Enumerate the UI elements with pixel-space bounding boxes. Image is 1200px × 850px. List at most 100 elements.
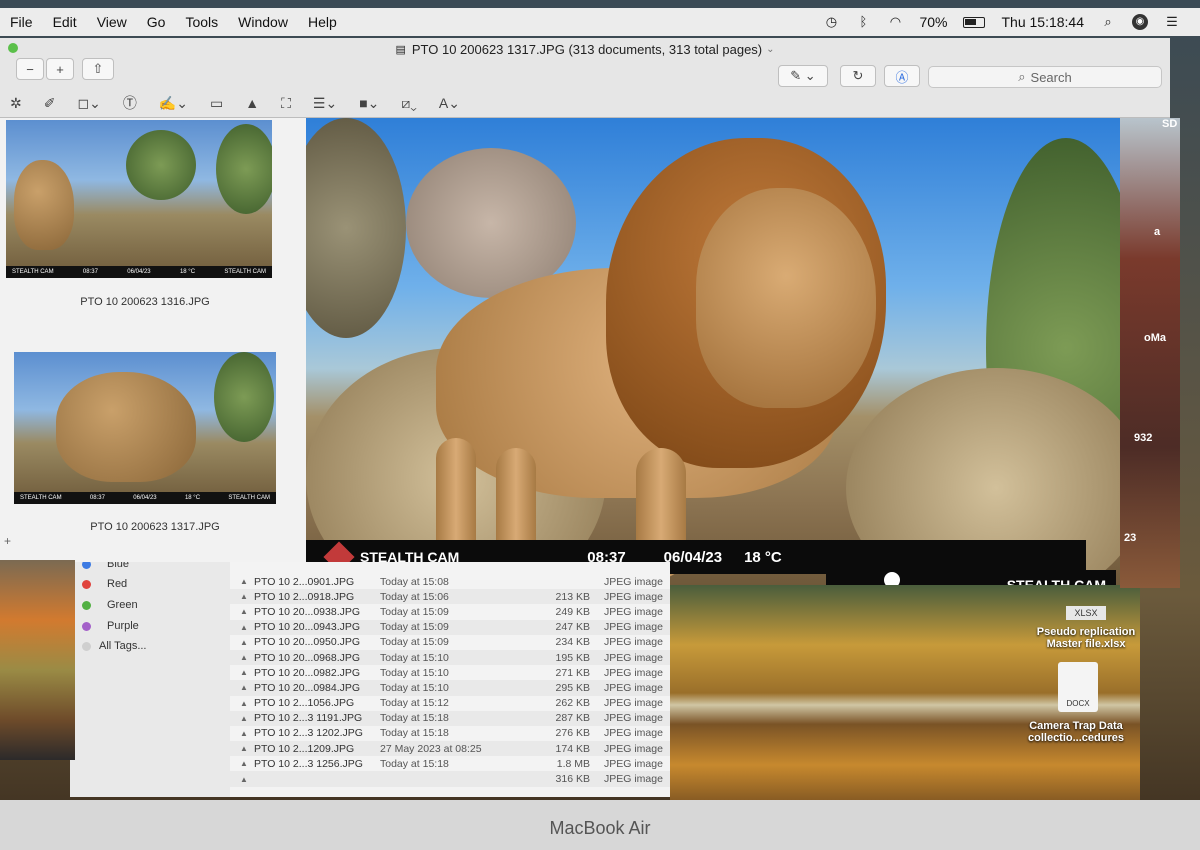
file-date: Today at 15:18 [380, 727, 449, 740]
menu-help[interactable]: Help [298, 14, 347, 30]
tag-green[interactable]: Green [82, 599, 138, 611]
image-file-icon: ▲ [240, 637, 248, 647]
desktop-label-fragment: SD [1162, 118, 1178, 130]
file-name: PTO 10 20...0984.JPG [254, 681, 361, 694]
file-size: 316 KB [555, 773, 590, 786]
thumbnail-caption: PTO 10 200623 1316.JPG [80, 296, 210, 308]
file-date: Today at 15:09 [380, 636, 449, 649]
docx-file-icon[interactable]: DOCX [1058, 662, 1098, 712]
chevron-down-icon[interactable]: ⌄ [766, 44, 774, 55]
image-file-icon: ▲ [240, 607, 248, 617]
file-kind: JPEG image [604, 590, 663, 603]
wifi-icon[interactable]: ◠ [887, 14, 903, 30]
border-color-icon[interactable]: ■⌄ [359, 95, 379, 112]
adjust-color-icon[interactable]: ▲ [245, 95, 259, 111]
menu-clock[interactable]: Thu 15:18:44 [1001, 14, 1084, 30]
xlsx-badge: XLSX [1066, 606, 1106, 620]
crop-icon[interactable]: ⛶ [281, 95, 291, 112]
text-style-icon[interactable]: A⌄ [439, 95, 460, 112]
zoom-window-button[interactable] [8, 43, 18, 53]
table-row[interactable]: ▲ PTO 10 20...0938.JPG Today at 15:09 249 K… [230, 604, 670, 619]
file-kind: JPEG image [604, 697, 663, 710]
spotlight-search-icon[interactable]: ⌕ [1100, 14, 1116, 30]
desktop-file-docx[interactable]: Camera Trap Data collectio...cedures [1016, 720, 1136, 744]
tag-all[interactable]: All Tags... [82, 640, 147, 652]
image-file-icon: ▲ [240, 774, 248, 784]
table-row[interactable]: ▲ 316 KB JPEG image [230, 771, 670, 787]
menu-go[interactable]: Go [137, 14, 176, 30]
file-size: 213 KB [555, 590, 590, 603]
tag-purple[interactable]: Purple [82, 620, 139, 632]
zoom-out-button[interactable]: − [16, 58, 44, 80]
preview-window-toolbar: ▤ PTO 10 200623 1317.JPG (313 documents,… [0, 38, 1170, 118]
window-title[interactable]: PTO 10 200623 1317.JPG (313 documents, 3… [412, 42, 762, 57]
file-name: PTO 10 20...0943.JPG [254, 621, 361, 634]
table-row[interactable]: ▲ PTO 10 20...0984.JPG Today at 15:10 295 K… [230, 680, 670, 696]
sketch-icon[interactable]: ✐ [44, 95, 56, 112]
line-style-icon[interactable]: ☰⌄ [313, 95, 337, 112]
file-name: PTO 10 2...0901.JPG [254, 575, 355, 588]
note-icon[interactable]: ▭ [210, 95, 223, 112]
table-row[interactable]: ▲ PTO 10 2...3 1256.JPG Today at 15:18 1.8 … [230, 756, 670, 771]
table-row[interactable]: ▲ PTO 10 20...0968.JPG Today at 15:10 195 K… [230, 649, 670, 666]
file-name: PTO 10 2...3 1256.JPG [254, 757, 363, 770]
text-icon[interactable]: Ⓣ [123, 93, 137, 113]
thumbnail-1316[interactable]: STEALTH CAM 08:37 06/04/23 18 °C STEALTH… [6, 120, 272, 278]
table-row[interactable]: ▲ PTO 10 2...0918.JPG Today at 15:06 213 KB… [230, 589, 670, 605]
siri-icon[interactable]: ◉ [1132, 14, 1148, 30]
file-size: 276 KB [555, 727, 590, 740]
table-row[interactable]: ▲ PTO 10 2...0901.JPG Today at 15:08 JPEG i… [230, 574, 670, 589]
file-kind: JPEG image [604, 621, 663, 634]
finder-window: Blue Red Green Purple All Tags... ▲ PTO 1… [70, 562, 670, 797]
sign-icon[interactable]: ✍⌄ [159, 95, 188, 112]
table-row[interactable]: ▲ PTO 10 20...0943.JPG Today at 15:09 247 K… [230, 619, 670, 635]
main-image-view[interactable] [306, 118, 1136, 600]
desktop-label-fragment: oMa [1144, 332, 1166, 344]
table-row[interactable]: ▲ PTO 10 20...0982.JPG Today at 15:10 271 K… [230, 665, 670, 680]
menu-view[interactable]: View [87, 14, 137, 30]
bluetooth-icon[interactable]: ᛒ [855, 14, 871, 30]
file-date: Today at 15:18 [380, 757, 449, 770]
table-row[interactable]: ▲ PTO 10 2...1056.JPG Today at 15:12 262 KB… [230, 696, 670, 711]
share-button[interactable]: ⇧ [82, 58, 114, 80]
thumbnail-1317[interactable]: STEALTH CAM 08:37 06/04/23 18 °C STEALTH… [14, 352, 276, 504]
markup-toolbar: ✲ ✐ ◻⌄ Ⓣ ✍⌄ ▭ ▲ ⛶ ☰⌄ ■⌄ ⧄⌄ A⌄ [0, 90, 1170, 116]
zoom-in-button[interactable]: + [46, 58, 74, 80]
table-row[interactable]: ▲ PTO 10 20...0950.JPG Today at 15:09 234 K… [230, 635, 670, 650]
file-date: Today at 15:10 [380, 651, 449, 664]
tag-blue[interactable]: Blue [82, 562, 129, 570]
file-kind: JPEG image [604, 681, 663, 694]
image-file-icon: ▲ [240, 744, 248, 754]
file-name: PTO 10 20...0982.JPG [254, 666, 361, 679]
file-kind: JPEG image [604, 605, 663, 618]
green-tag-icon [82, 600, 91, 610]
menu-window[interactable]: Window [228, 14, 298, 30]
table-row[interactable]: ▲ PTO 10 2...3 1191.JPG Today at 15:18 287 … [230, 710, 670, 726]
shapes-icon[interactable]: ◻⌄ [77, 95, 100, 112]
image-file-icon: ▲ [240, 683, 248, 693]
battery-percent: 70% [919, 14, 948, 30]
time-machine-icon[interactable]: ◷ [823, 14, 839, 30]
file-size: 249 KB [555, 605, 590, 618]
table-row[interactable]: ▲ PTO 10 2...1209.JPG 27 May 2023 at 08:25… [230, 741, 670, 757]
image-file-icon: ▲ [240, 653, 248, 663]
control-center-icon[interactable]: ☰ [1164, 14, 1180, 30]
annotate-button[interactable]: Ⓐ [884, 65, 920, 87]
table-row[interactable]: ▲ PTO 10 2...3 1202.JPG Today at 15:18 276 … [230, 726, 670, 741]
all-tags-icon [82, 641, 91, 651]
desktop-file-xlsx[interactable]: Pseudo replication Master file.xlsx [1026, 626, 1146, 650]
add-icon[interactable]: + [4, 534, 11, 548]
menu-tools[interactable]: Tools [175, 14, 228, 30]
search-field[interactable]: ⌕ Search [928, 66, 1162, 88]
rotate-button[interactable]: ↻ [840, 65, 876, 87]
desktop-label-fragment: 23 [1124, 532, 1137, 544]
instant-alpha-icon[interactable]: ✲ [10, 95, 22, 112]
tag-red[interactable]: Red [82, 578, 127, 590]
markup-button[interactable]: ✎ ⌄ [778, 65, 828, 87]
battery-icon[interactable] [963, 16, 986, 28]
image-file-icon: ▲ [240, 592, 248, 602]
fill-color-icon[interactable]: ⧄⌄ [401, 95, 417, 112]
file-date: Today at 15:18 [380, 712, 449, 725]
menu-file[interactable]: File [0, 14, 43, 30]
menu-edit[interactable]: Edit [43, 14, 87, 30]
